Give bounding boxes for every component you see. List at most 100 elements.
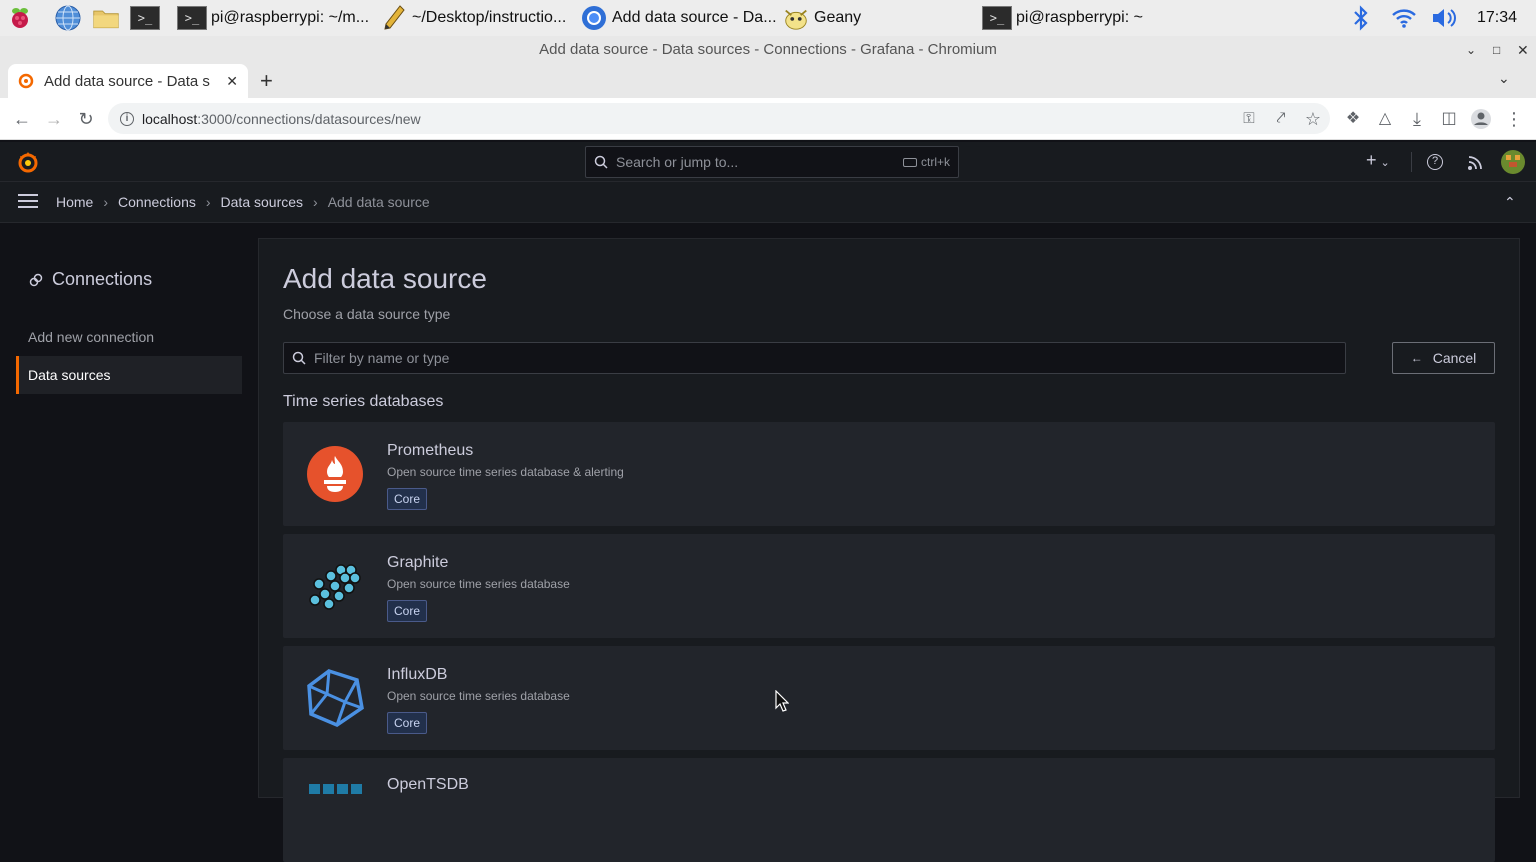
minimize-button[interactable]: ⌄ [1466,36,1476,64]
cancel-button[interactable]: ← Cancel [1392,342,1495,374]
new-plus-button[interactable]: + ⌄ [1366,150,1390,171]
breadcrumb-connections[interactable]: Connections [118,194,196,210]
taskbar-window-label: Geany [814,9,862,26]
grafana-favicon [18,73,34,89]
back-icon[interactable]: ← [11,108,33,130]
search-shortcut: ctrl+k [920,155,950,169]
sidebar-item-label: Add new connection [28,329,155,345]
mouse-cursor-icon [775,690,789,712]
profile-icon[interactable] [1470,108,1492,130]
browser-launcher[interactable] [54,0,86,36]
globe-icon [54,5,82,31]
breadcrumb: Home › Connections › Data sources › Add … [56,194,430,210]
terminal-launcher[interactable]: >_ [130,0,160,36]
help-icon[interactable]: ? [1427,154,1443,170]
file-manager-launcher[interactable] [92,0,124,36]
datasource-name: InfluxDB [387,666,448,683]
download-icon[interactable]: ⤓ [1406,108,1428,130]
datasource-card-opentsdb[interactable]: OpenTSDB [283,758,1495,862]
tab-close-icon[interactable]: ✕ [226,73,238,90]
taskbar-window-label: ~/Desktop/instructio... [412,9,567,26]
bluetooth-tray-button[interactable] [1350,0,1372,36]
breadcrumb-home[interactable]: Home [56,194,93,210]
maximize-button[interactable]: □ [1493,36,1500,64]
graphite-logo [309,564,361,610]
bluetooth-icon [1354,5,1368,31]
search-bar[interactable]: Search or jump to... ctrl+k [585,146,959,178]
page-subtitle: Choose a data source type [283,306,451,322]
datasource-card-influxdb[interactable]: InfluxDB Open source time series databas… [283,646,1495,750]
menu-toggle-icon[interactable] [18,193,38,211]
collapse-chevron-icon[interactable]: ⌃ [1504,194,1516,211]
core-badge: Core [387,488,428,510]
tab-title: Add data source - Data s [44,72,210,90]
filter-input[interactable]: Filter by name or type [283,342,1346,374]
chromium-icon [580,5,608,31]
grafana-topbar: Search or jump to... ctrl+k + ⌄ ? [0,142,1536,182]
section-sidebar: Connections Add new connection Data sour… [0,223,258,793]
browser-tabstrip: Add data source - Data s ✕ + ⌄ [0,64,1536,98]
search-icon [594,155,608,169]
reload-icon[interactable]: ↻ [75,108,97,130]
taskbar-window-chromium[interactable]: Add data source - Da... [580,0,776,36]
labs-flask-icon[interactable]: △ [1374,108,1396,130]
taskbar-window-label: pi@raspberrypi: ~ [1016,9,1143,26]
breadcrumb-data-sources[interactable]: Data sources [221,194,303,210]
new-tab-button[interactable]: + [260,68,273,94]
filter-placeholder: Filter by name or type [314,350,450,366]
opentsdb-logo [309,784,362,794]
datasource-name: Graphite [387,554,449,571]
share-icon[interactable]: ⤤ [1270,108,1292,130]
section-title: Time series databases [283,393,444,410]
sidebar-item-data-sources[interactable]: Data sources [16,356,242,394]
datasource-name: Prometheus [387,442,474,459]
main-content: Add data source Choose a data source typ… [258,238,1520,862]
breadcrumb-separator-icon: › [205,194,211,210]
datasource-description: Open source time series database [387,689,570,703]
window-titlebar: Add data source - Data sources - Connect… [0,36,1536,64]
connections-icon [29,273,43,286]
core-badge: Core [387,712,428,734]
speaker-icon [1433,9,1456,27]
news-rss-icon[interactable] [1467,155,1483,171]
terminal-icon: >_ [982,6,1012,30]
side-panel-icon[interactable]: ◫ [1438,108,1460,130]
taskbar-window-editor[interactable]: ~/Desktop/instructio... [380,0,575,36]
influxdb-logo [307,669,364,727]
breadcrumb-separator-icon: › [313,194,318,210]
tab-search-button[interactable]: ⌄ [1498,70,1510,87]
raspberry-menu-button[interactable] [6,0,38,36]
taskbar-window-label: Add data source - Da... [612,9,776,26]
wifi-tray-button[interactable] [1390,0,1418,36]
grafana-logo[interactable] [16,150,40,174]
breadcrumb-separator-icon: › [103,194,109,210]
extensions-icon[interactable]: ❖ [1342,108,1364,130]
site-info-icon[interactable]: i [120,111,134,126]
user-avatar[interactable] [1501,150,1525,174]
browser-tab[interactable]: Add data source - Data s ✕ [8,64,248,98]
url-path: :3000/connections/datasources/new [197,110,421,127]
taskbar-window-geany[interactable]: Geany [782,0,962,36]
taskbar-window-terminal-2[interactable]: >_ pi@raspberrypi: ~ [982,0,1182,36]
os-taskbar: >_ >_ pi@raspberrypi: ~/m... ~/Desktop/i… [0,0,1536,36]
browser-toolbar: ← → ↻ i localhost :3000/connections/data… [0,98,1536,140]
arrow-left-icon: ← [1410,351,1423,365]
wifi-icon [1392,9,1416,28]
clock[interactable]: 17:34 [1477,0,1517,36]
volume-tray-button[interactable] [1430,0,1458,36]
bookmark-star-icon[interactable]: ☆ [1302,108,1324,130]
breadcrumb-bar: Home › Connections › Data sources › Add … [0,182,1536,223]
terminal-icon: >_ [177,6,207,30]
address-bar[interactable]: i localhost :3000/connections/datasource… [108,103,1330,134]
taskbar-window-terminal-1[interactable]: >_ pi@raspberrypi: ~/m... [177,0,373,36]
datasource-card-prometheus[interactable]: Prometheus Open source time series datab… [283,422,1495,526]
prometheus-logo [307,446,363,502]
sidebar-item-add-new-connection[interactable]: Add new connection [16,321,242,353]
browser-menu-icon[interactable]: ⋮ [1503,108,1525,130]
close-window-button[interactable]: ✕ [1517,36,1529,64]
key-icon[interactable]: ⚿ [1238,108,1260,130]
search-placeholder: Search or jump to... [616,154,739,170]
forward-icon[interactable]: → [43,108,65,130]
pencil-icon [380,5,408,31]
datasource-card-graphite[interactable]: Graphite Open source time series databas… [283,534,1495,638]
